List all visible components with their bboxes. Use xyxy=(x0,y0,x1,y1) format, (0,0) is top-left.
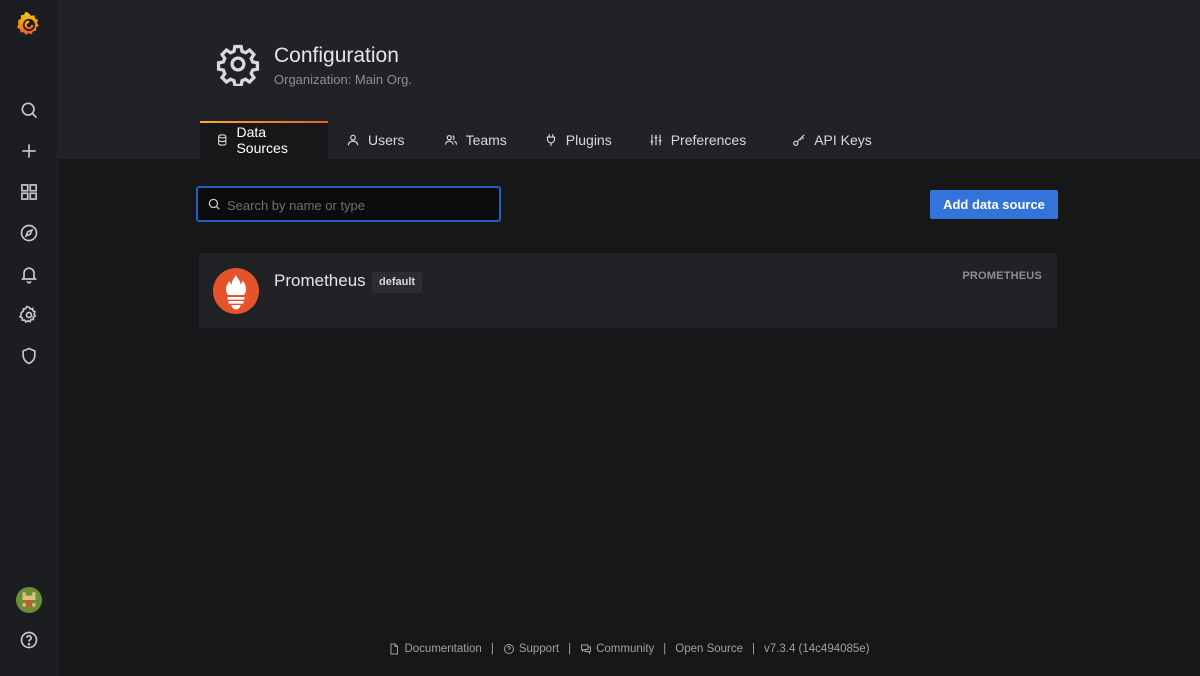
plug-icon xyxy=(546,134,555,146)
footer-community-label: Community xyxy=(596,643,655,655)
footer-version: v7.3.4 (14c494085e) xyxy=(764,643,870,655)
bell-icon xyxy=(20,267,37,284)
footer-support-label: Support xyxy=(518,643,560,655)
search-box xyxy=(196,186,501,223)
sidebar-search[interactable] xyxy=(0,90,57,130)
sidebar-create[interactable] xyxy=(0,131,57,171)
users-icon xyxy=(444,135,457,145)
tab-label: Teams xyxy=(465,132,507,148)
tab-label: API Keys xyxy=(814,132,872,148)
add-data-source-button[interactable]: Add data source xyxy=(930,190,1058,219)
avatar xyxy=(15,587,42,613)
tab-api-keys[interactable]: API Keys xyxy=(776,121,888,159)
page-title: Configuration xyxy=(274,44,399,67)
tab-data-sources[interactable]: Data Sources xyxy=(200,121,328,159)
footer: Documentation | Support | Community | Op… xyxy=(0,643,1200,655)
footer-separator: | xyxy=(752,643,756,655)
footer-documentation-link[interactable]: Documentation xyxy=(388,643,482,655)
tab-label: Preferences xyxy=(670,132,747,148)
footer-support-link[interactable]: Support xyxy=(503,643,559,655)
datasource-card-prometheus[interactable]: Prometheus default PROMETHEUS xyxy=(199,253,1057,328)
sidebar-alerting[interactable] xyxy=(0,254,57,294)
apps-grid-icon xyxy=(20,184,37,200)
document-icon xyxy=(390,643,399,655)
footer-community-link[interactable]: Community xyxy=(580,643,654,655)
plus-icon xyxy=(21,144,36,158)
sidebar-configuration[interactable] xyxy=(0,295,57,335)
page-header: Configuration Organization: Main Org. Da… xyxy=(58,0,1200,159)
sidebar-explore[interactable] xyxy=(0,213,57,253)
datasource-type: PROMETHEUS xyxy=(962,270,1042,282)
tab-teams[interactable]: Teams xyxy=(428,121,523,159)
grafana-logo[interactable] xyxy=(0,5,57,45)
sidebar xyxy=(0,0,58,676)
key-icon xyxy=(793,134,805,146)
database-icon xyxy=(218,134,227,146)
question-circle-icon xyxy=(503,644,514,654)
user-icon xyxy=(347,134,359,146)
tab-label: Data Sources xyxy=(236,124,288,156)
footer-documentation-label: Documentation xyxy=(404,643,482,655)
page-subtitle: Organization: Main Org. xyxy=(274,72,413,87)
compass-icon xyxy=(20,224,37,242)
grafana-logo-icon xyxy=(16,11,39,36)
footer-open-source-label: Open Source xyxy=(675,643,744,655)
sidebar-server-admin[interactable] xyxy=(0,336,57,376)
sidebar-dashboards[interactable] xyxy=(0,172,57,212)
prometheus-logo-icon xyxy=(213,268,259,314)
gear-icon xyxy=(18,305,36,324)
tab-plugins[interactable]: Plugins xyxy=(528,121,628,159)
tab-label: Users xyxy=(368,132,405,148)
tab-preferences[interactable]: Preferences xyxy=(633,121,762,159)
shield-icon xyxy=(21,347,36,365)
gear-icon xyxy=(216,44,260,86)
tab-label: Plugins xyxy=(565,132,612,148)
search-icon xyxy=(208,198,220,210)
sidebar-profile[interactable] xyxy=(0,580,57,620)
tab-users[interactable]: Users xyxy=(330,121,421,159)
footer-separator: | xyxy=(490,643,494,655)
footer-separator: | xyxy=(568,643,572,655)
comments-icon xyxy=(581,644,592,655)
datasource-name: Prometheus xyxy=(274,271,366,290)
sliders-icon xyxy=(650,134,662,146)
search-input[interactable] xyxy=(225,187,494,223)
footer-open-source-link[interactable]: Open Source xyxy=(675,643,743,655)
config-tabs: Data Sources Users Teams Plugins Prefere… xyxy=(200,121,888,159)
footer-version-label: v7.3.4 (14c494085e) xyxy=(764,643,870,655)
footer-separator: | xyxy=(663,643,667,655)
search-icon xyxy=(21,102,37,119)
default-badge: default xyxy=(372,272,423,293)
